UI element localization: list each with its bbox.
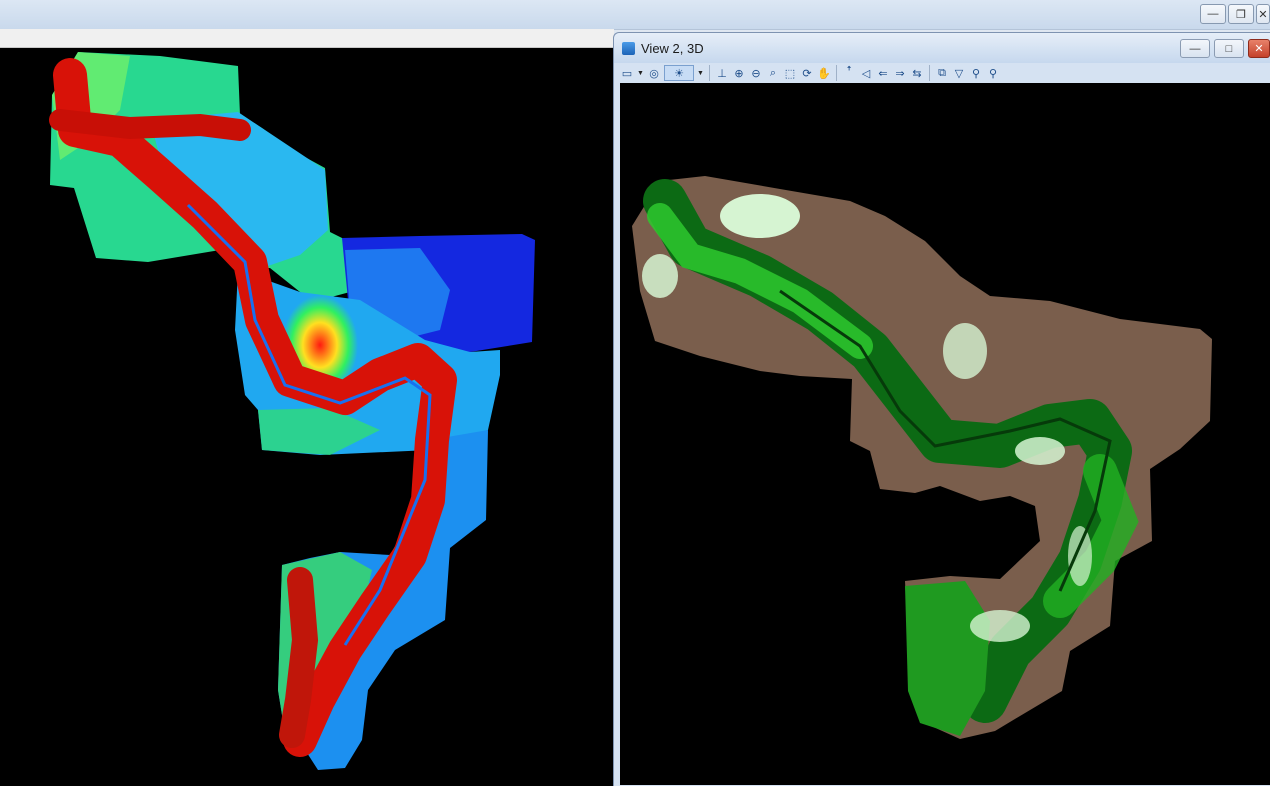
low-vegetation-patch bbox=[1015, 437, 1065, 465]
restore-icon: ❐ bbox=[1236, 8, 1246, 21]
view1-canvas[interactable] bbox=[0, 48, 613, 786]
view2-window: View 2, 3D — □ ✕ ▭ ▼ ◎ ☀ ▼ ⊥ ⊕ ⊖ ⌕ ⬚ ⟳ ✋ ꜛ ◁ ⇐ ⇒ ⇆ ⧉ ▽ ⚲ ⚲ bbox=[613, 32, 1270, 786]
toolbar-separator bbox=[929, 65, 930, 81]
view2-maximize-button[interactable]: □ bbox=[1214, 39, 1244, 58]
low-vegetation-patch bbox=[943, 323, 987, 379]
low-vegetation-patch bbox=[642, 254, 678, 298]
low-vegetation-patch bbox=[1068, 526, 1092, 586]
view-tools-extra-icon[interactable]: ⚲ bbox=[986, 66, 1000, 80]
view2-close-button[interactable]: ✕ bbox=[1248, 39, 1270, 58]
view2-toolbar: ▭ ▼ ◎ ☀ ▼ ⊥ ⊕ ⊖ ⌕ ⬚ ⟳ ✋ ꜛ ◁ ⇐ ⇒ ⇆ ⧉ ▽ ⚲ ⚲ bbox=[620, 63, 1270, 83]
zoom-out-icon[interactable]: ⊖ bbox=[749, 66, 763, 80]
classified-point-cloud bbox=[632, 176, 1212, 739]
previous-view-icon[interactable]: ⇐ bbox=[876, 66, 890, 80]
river-corridor-north bbox=[49, 109, 251, 141]
zoom-in-icon[interactable]: ⊕ bbox=[732, 66, 746, 80]
view-cube-icon bbox=[622, 42, 635, 55]
clip-mask-icon[interactable]: ▽ bbox=[952, 66, 966, 80]
window-area-icon[interactable]: ⌕ bbox=[766, 66, 780, 80]
app-close-button[interactable]: ✕ bbox=[1256, 4, 1270, 24]
elevation-point-cloud bbox=[49, 52, 535, 770]
toolbar-separator bbox=[709, 65, 710, 81]
minimize-icon: — bbox=[1207, 8, 1219, 20]
view2-minimize-button[interactable]: — bbox=[1180, 39, 1210, 58]
view2-titlebar[interactable]: View 2, 3D — □ ✕ bbox=[614, 33, 1270, 63]
close-icon: ✕ bbox=[1254, 43, 1264, 55]
toolbar-separator bbox=[836, 65, 837, 81]
minimize-icon: — bbox=[1189, 42, 1201, 55]
view2-window-controls: — □ ✕ bbox=[1180, 39, 1270, 58]
next-view-icon[interactable]: ⇒ bbox=[893, 66, 907, 80]
camera-icon[interactable]: ◁ bbox=[859, 66, 873, 80]
rotate-view-icon[interactable]: ⟳ bbox=[800, 66, 814, 80]
dropdown-arrow-icon[interactable]: ▼ bbox=[637, 66, 644, 80]
low-vegetation-patch bbox=[970, 610, 1030, 642]
river-corridor-south-west bbox=[279, 567, 319, 748]
pan-view-icon[interactable]: ✋ bbox=[817, 66, 831, 80]
display-style-icon[interactable]: ◎ bbox=[647, 66, 661, 80]
dropdown-arrow-icon[interactable]: ▼ bbox=[697, 66, 704, 80]
app-restore-button[interactable]: ❐ bbox=[1228, 4, 1254, 24]
low-vegetation-patch bbox=[720, 194, 800, 238]
update-view-icon[interactable]: ⊥ bbox=[715, 66, 729, 80]
close-icon: ✕ bbox=[1258, 8, 1268, 21]
copy-view-icon[interactable]: ⇆ bbox=[910, 66, 924, 80]
app-minimize-button[interactable]: — bbox=[1200, 4, 1226, 24]
view2-title: View 2, 3D bbox=[641, 41, 704, 56]
view-tools-icon[interactable]: ⚲ bbox=[969, 66, 983, 80]
maximize-icon: □ bbox=[1225, 42, 1233, 55]
walk-icon[interactable]: ꜛ bbox=[842, 66, 856, 80]
application-titlebar: — ❐ ✕ bbox=[0, 0, 1270, 30]
fit-view-icon[interactable]: ⬚ bbox=[783, 66, 797, 80]
lighting-icon[interactable]: ☀ bbox=[664, 65, 694, 81]
view2-canvas[interactable] bbox=[620, 83, 1270, 785]
view1-header-strip bbox=[0, 29, 614, 48]
clip-volume-icon[interactable]: ⧉ bbox=[935, 66, 949, 80]
view-attributes-icon[interactable]: ▭ bbox=[620, 66, 634, 80]
application-window-controls: — ❐ ✕ bbox=[1200, 4, 1270, 24]
